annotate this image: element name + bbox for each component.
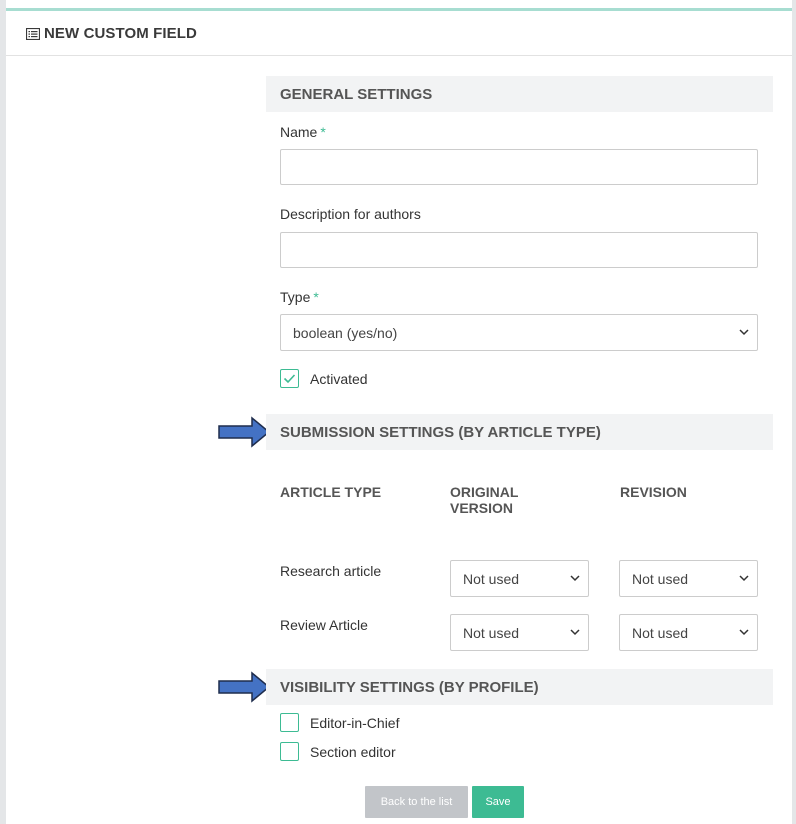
chevron-down-icon [570, 629, 580, 636]
submission-settings-header: SUBMISSION SETTINGS (BY ARTICLE TYPE) [266, 414, 773, 450]
description-label: Description for authors [280, 206, 421, 222]
left-frame-border [0, 0, 6, 824]
editor-in-chief-checkbox[interactable] [280, 713, 299, 732]
name-label: Name * [280, 124, 326, 140]
original-version-select-value: Not used [463, 625, 520, 641]
submission-settings-title: SUBMISSION SETTINGS (BY ARTICLE TYPE) [280, 424, 601, 441]
original-version-select[interactable]: Not used [450, 614, 589, 651]
back-to-list-button[interactable]: Back to the list [365, 786, 468, 818]
chevron-down-icon [739, 329, 749, 336]
activated-label: Activated [310, 371, 368, 387]
article-type-row-label: Research article [280, 563, 382, 579]
general-settings-title: GENERAL SETTINGS [280, 86, 433, 103]
description-input[interactable] [280, 232, 758, 268]
editor-in-chief-label: Editor-in-Chief [310, 715, 400, 731]
name-label-text: Name [280, 124, 318, 140]
visibility-settings-title: VISIBILITY SETTINGS (BY PROFILE) [280, 679, 539, 696]
visibility-settings-header: VISIBILITY SETTINGS (BY PROFILE) [266, 669, 773, 705]
arrow-pointer-icon [218, 416, 270, 448]
arrow-pointer-icon [218, 671, 270, 703]
revision-select-value: Not used [632, 571, 689, 587]
original-version-select[interactable]: Not used [450, 560, 589, 597]
type-select-value: boolean (yes/no) [293, 325, 398, 341]
chevron-down-icon [570, 575, 580, 582]
name-input[interactable] [280, 149, 758, 185]
check-icon [283, 373, 295, 383]
right-frame-border [792, 0, 796, 824]
general-settings-header: GENERAL SETTINGS [266, 76, 773, 112]
list-icon [26, 27, 40, 40]
revision-select-value: Not used [632, 625, 689, 641]
chevron-down-icon [739, 575, 749, 582]
revision-select[interactable]: Not used [619, 560, 758, 597]
page-title: NEW CUSTOM FIELD [26, 25, 197, 42]
page-title-text: NEW CUSTOM FIELD [44, 25, 197, 42]
type-label-text: Type [280, 289, 311, 305]
save-button[interactable]: Save [472, 786, 524, 818]
article-type-row-label: Review Article [280, 617, 368, 633]
required-mark: * [313, 289, 319, 305]
required-mark: * [320, 124, 326, 140]
section-editor-label: Section editor [310, 744, 396, 760]
column-header-revision: REVISION [620, 484, 687, 500]
type-select[interactable]: boolean (yes/no) [280, 314, 758, 351]
section-editor-checkbox[interactable] [280, 742, 299, 761]
type-label: Type * [280, 289, 319, 305]
revision-select[interactable]: Not used [619, 614, 758, 651]
column-header-article-type: ARTICLE TYPE [280, 484, 382, 500]
activated-checkbox[interactable] [280, 369, 299, 388]
chevron-down-icon [739, 629, 749, 636]
column-header-original-version: ORIGINAL VERSION [450, 484, 519, 516]
page-header: NEW CUSTOM FIELD [6, 11, 792, 56]
original-version-select-value: Not used [463, 571, 520, 587]
